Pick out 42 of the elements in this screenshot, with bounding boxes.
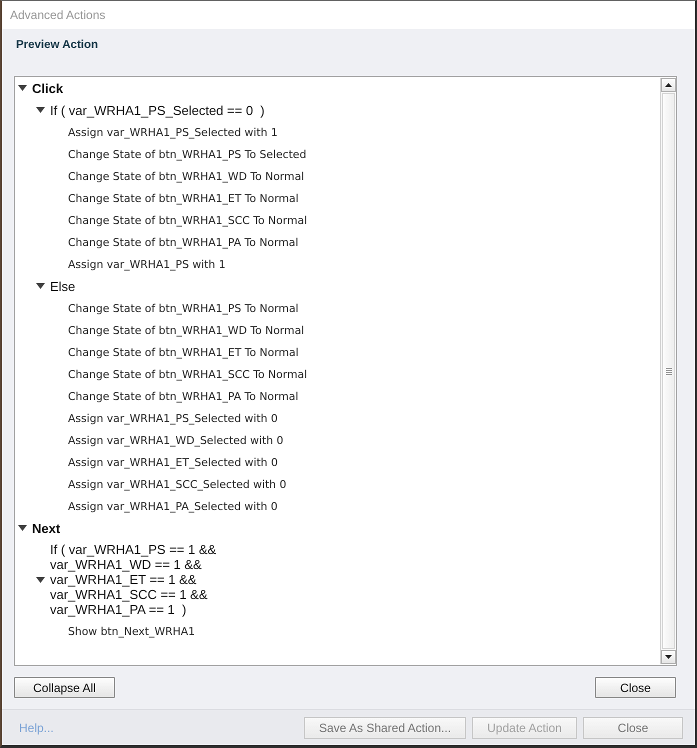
grip-icon	[666, 368, 672, 374]
close-button[interactable]: Close	[595, 677, 676, 698]
action-text: Change State of btn_WRHA1_PS To Normal	[68, 300, 299, 316]
action-text: Assign var_WRHA1_PS_Selected with 1	[68, 124, 278, 140]
action-text: Assign var_WRHA1_PS with 1	[68, 256, 226, 272]
down-triangle-icon[interactable]	[36, 107, 45, 113]
action-text: Change State of btn_WRHA1_SCC To Normal	[68, 366, 308, 382]
section-title: Preview Action	[15, 38, 98, 52]
down-triangle-icon[interactable]	[36, 576, 45, 582]
action-text: Change State of btn_WRHA1_ET To Normal	[68, 190, 299, 206]
action-text: Show btn_Next_WRHA1	[68, 624, 195, 638]
scrollbar-thumb[interactable]	[662, 93, 675, 649]
action-text: Assign var_WRHA1_ET_Selected with 0	[68, 454, 278, 470]
action-text: Assign var_WRHA1_WD_Selected with 0	[68, 432, 284, 448]
down-triangle-icon[interactable]	[18, 525, 27, 531]
scroll-up-button[interactable]	[661, 78, 676, 92]
event-heading: Next	[32, 520, 60, 536]
condition-text: If ( var_WRHA1_PS == 1 && var_WRHA1_WD == 1 && var_WRHA1_ET == 1 && var_WRHA1_SCC == 1 && var_WRHA1_PA == 1 )	[50, 542, 216, 617]
event-heading: Click	[32, 80, 64, 96]
action-text: Change State of btn_WRHA1_PA To Normal	[68, 388, 298, 404]
down-triangle-icon	[665, 655, 672, 659]
save-shared-action-button[interactable]: Save As Shared Action...	[304, 716, 466, 738]
condition-text: Else	[50, 278, 76, 294]
window-title: Advanced Actions	[10, 8, 106, 22]
scrollbar-track[interactable]	[660, 78, 676, 664]
action-text: Change State of btn_WRHA1_ET To Normal	[68, 344, 299, 360]
action-text: Assign var_WRHA1_PA_Selected with 0	[68, 498, 278, 514]
action-text: Change State of btn_WRHA1_WD To Normal	[68, 168, 304, 184]
scroll-down-button[interactable]	[661, 650, 676, 664]
action-text: Assign var_WRHA1_SCC_Selected with 0	[68, 476, 286, 492]
close-button[interactable]: Close	[583, 716, 683, 738]
collapse-all-button[interactable]: Collapse All	[14, 677, 115, 698]
up-triangle-icon	[665, 83, 672, 87]
down-triangle-icon[interactable]	[36, 283, 45, 289]
action-text: Change State of btn_WRHA1_WD To Normal	[68, 322, 304, 338]
condition-text: If ( var_WRHA1_PS_Selected == 0 )	[50, 102, 265, 118]
action-text: Change State of btn_WRHA1_SCC To Normal	[68, 212, 308, 228]
action-text: Change State of btn_WRHA1_PS To Selected	[68, 146, 306, 162]
down-triangle-icon[interactable]	[18, 85, 27, 91]
help-link[interactable]: Help...	[19, 720, 54, 734]
action-text: Change State of btn_WRHA1_PA To Normal	[68, 234, 298, 250]
action-text: Assign var_WRHA1_PS_Selected with 0	[68, 410, 278, 426]
